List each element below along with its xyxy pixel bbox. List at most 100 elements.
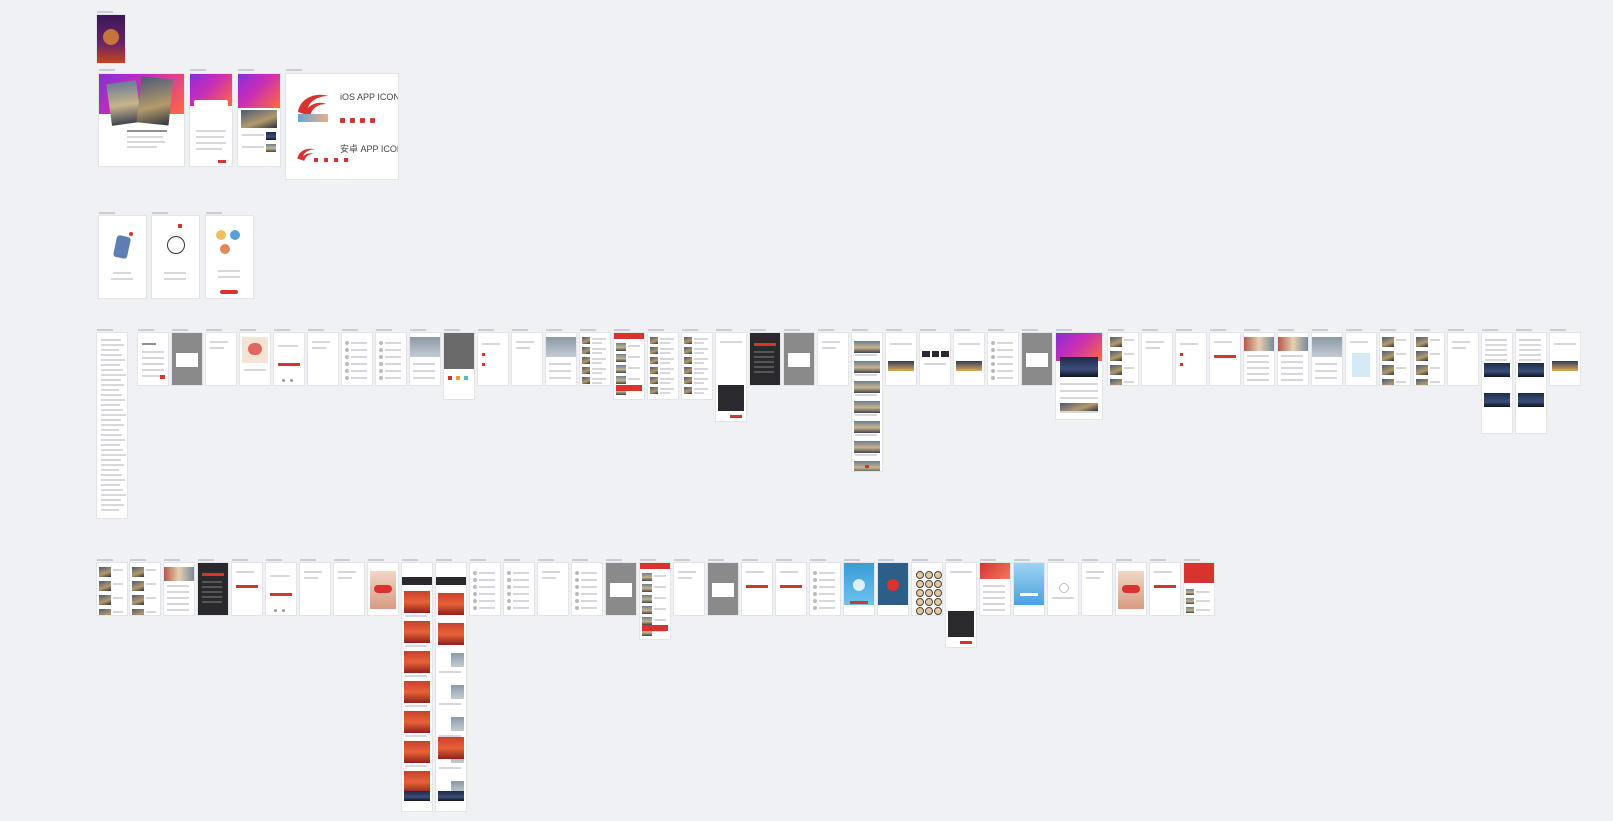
screen-element	[542, 577, 556, 579]
artboard-screen-r4-10[interactable]	[436, 563, 466, 811]
artboard-screen-r3-1[interactable]	[138, 333, 168, 385]
artboard-screen-r3-24[interactable]	[920, 333, 950, 385]
artboard-app-icon[interactable]: iOS APP ICON 安卓 APP ICON	[286, 74, 398, 179]
artboard-screen-r3-33[interactable]	[1244, 333, 1274, 385]
artboard-screen-r3-14[interactable]	[580, 333, 610, 385]
artboard-screen-r4-5[interactable]	[266, 563, 296, 615]
artboard-screen-r4-7[interactable]	[334, 563, 364, 615]
artboard-promo-3[interactable]	[238, 74, 280, 166]
artboard-screen-r3-34[interactable]	[1278, 333, 1308, 385]
artboard-onboarding-2[interactable]	[152, 216, 199, 298]
avatar	[473, 599, 477, 603]
artboard-screen-r3-37[interactable]	[1380, 333, 1410, 385]
artboard-screen-r4-11[interactable]	[470, 563, 500, 615]
artboard-screen-r3-10[interactable]	[444, 333, 474, 399]
artboard-screen-r3-25[interactable]	[954, 333, 984, 385]
screen-element	[592, 338, 606, 340]
screen-element	[660, 348, 674, 350]
artboard-screen-r3-40[interactable]	[1482, 333, 1512, 433]
artboard-screen-r3-0[interactable]	[97, 333, 127, 518]
artboard-screen-r3-29[interactable]	[1108, 333, 1138, 385]
artboard-screen-r4-19[interactable]	[742, 563, 772, 615]
artboard-screen-r4-27[interactable]	[1014, 563, 1044, 615]
artboard-screen-r4-30[interactable]	[1116, 563, 1146, 615]
artboard-screen-r3-22[interactable]	[852, 333, 882, 471]
artboard-screen-r3-35[interactable]	[1312, 333, 1342, 385]
artboard-screen-r4-16[interactable]	[640, 563, 670, 639]
artboard-screen-r4-28[interactable]	[1048, 563, 1078, 615]
artboard-screen-r3-32[interactable]	[1210, 333, 1240, 385]
artboard-screen-r4-13[interactable]	[538, 563, 568, 615]
artboard-screen-r3-41[interactable]	[1516, 333, 1546, 433]
artboard-screen-r4-29[interactable]	[1082, 563, 1112, 615]
artboard-screen-r3-19[interactable]	[750, 333, 780, 385]
artboard-screen-r3-30[interactable]	[1142, 333, 1172, 385]
screen-element	[167, 585, 189, 587]
avatar	[345, 369, 349, 373]
artboard-screen-r3-2[interactable]	[172, 333, 202, 385]
background	[750, 333, 780, 385]
artboard-screen-r3-11[interactable]	[478, 333, 508, 385]
dialog	[610, 583, 632, 597]
artboard-screen-r3-18[interactable]	[716, 333, 746, 421]
artboard-screen-r4-6[interactable]	[300, 563, 330, 615]
screen-element	[592, 362, 602, 364]
artboard-screen-r3-8[interactable]	[376, 333, 406, 385]
design-canvas[interactable]: iOS APP ICON 安卓 APP ICON	[0, 0, 1613, 821]
artboard-screen-r4-26[interactable]	[980, 563, 1010, 615]
artboard-screen-r4-23[interactable]	[878, 563, 908, 615]
artboard-promo-2[interactable]	[190, 74, 232, 166]
artboard-screen-r4-32[interactable]	[1184, 563, 1214, 615]
artboard-splash[interactable]	[97, 15, 125, 63]
red-button	[780, 585, 802, 588]
artboard-screen-r3-6[interactable]	[308, 333, 338, 385]
artboard-screen-r4-18[interactable]	[708, 563, 738, 615]
artboard-screen-r3-26[interactable]	[988, 333, 1018, 385]
artboard-screen-r3-12[interactable]	[512, 333, 542, 385]
artboard-screen-r4-24[interactable]	[912, 563, 942, 615]
artboard-screen-r3-21[interactable]	[818, 333, 848, 385]
artboard-screen-r3-9[interactable]	[410, 333, 440, 385]
artboard-screen-r4-9[interactable]	[402, 563, 432, 811]
artboard-promo-1[interactable]	[99, 74, 184, 166]
artboard-screen-r4-4[interactable]	[232, 563, 262, 615]
artboard-screen-r4-21[interactable]	[810, 563, 840, 615]
artboard-screen-r4-2[interactable]	[164, 563, 194, 615]
artboard-screen-r4-31[interactable]	[1150, 563, 1180, 615]
artboard-screen-r3-4[interactable]	[240, 333, 270, 385]
avatar	[575, 599, 579, 603]
artboard-label	[946, 559, 962, 561]
artboard-screen-r4-15[interactable]	[606, 563, 636, 615]
artboard-screen-r3-39[interactable]	[1448, 333, 1478, 385]
artboard-screen-r3-3[interactable]	[206, 333, 236, 385]
artboard-screen-r4-8[interactable]	[368, 563, 398, 615]
artboard-screen-r3-27[interactable]	[1022, 333, 1052, 385]
artboard-screen-r4-17[interactable]	[674, 563, 704, 615]
artboard-screen-r3-20[interactable]	[784, 333, 814, 385]
artboard-screen-r3-13[interactable]	[546, 333, 576, 385]
artboard-screen-r4-20[interactable]	[776, 563, 806, 615]
artboard-screen-r3-7[interactable]	[342, 333, 372, 385]
artboard-onboarding-3[interactable]	[206, 216, 253, 298]
artboard-screen-r4-12[interactable]	[504, 563, 534, 615]
artboard-screen-r4-14[interactable]	[572, 563, 602, 615]
artboard-screen-r3-15[interactable]	[614, 333, 644, 399]
list-line	[819, 579, 835, 581]
artboard-screen-r3-38[interactable]	[1414, 333, 1444, 385]
artboard-screen-r4-3[interactable]	[198, 563, 228, 615]
artboard-screen-r3-16[interactable]	[648, 333, 678, 399]
artboard-screen-r3-42[interactable]	[1550, 333, 1580, 385]
screen-element	[482, 343, 500, 345]
artboard-screen-r3-36[interactable]	[1346, 333, 1376, 385]
avatar	[813, 578, 817, 582]
artboard-screen-r4-22[interactable]	[844, 563, 874, 615]
artboard-screen-r4-25[interactable]	[946, 563, 976, 647]
artboard-screen-r3-31[interactable]	[1176, 333, 1206, 385]
artboard-screen-r4-0[interactable]	[97, 563, 127, 615]
artboard-screen-r4-1[interactable]	[130, 563, 160, 615]
artboard-screen-r3-5[interactable]	[274, 333, 304, 385]
artboard-onboarding-1[interactable]	[99, 216, 146, 298]
artboard-screen-r3-23[interactable]	[886, 333, 916, 385]
artboard-screen-r3-28[interactable]	[1056, 333, 1102, 419]
artboard-screen-r3-17[interactable]	[682, 333, 712, 399]
